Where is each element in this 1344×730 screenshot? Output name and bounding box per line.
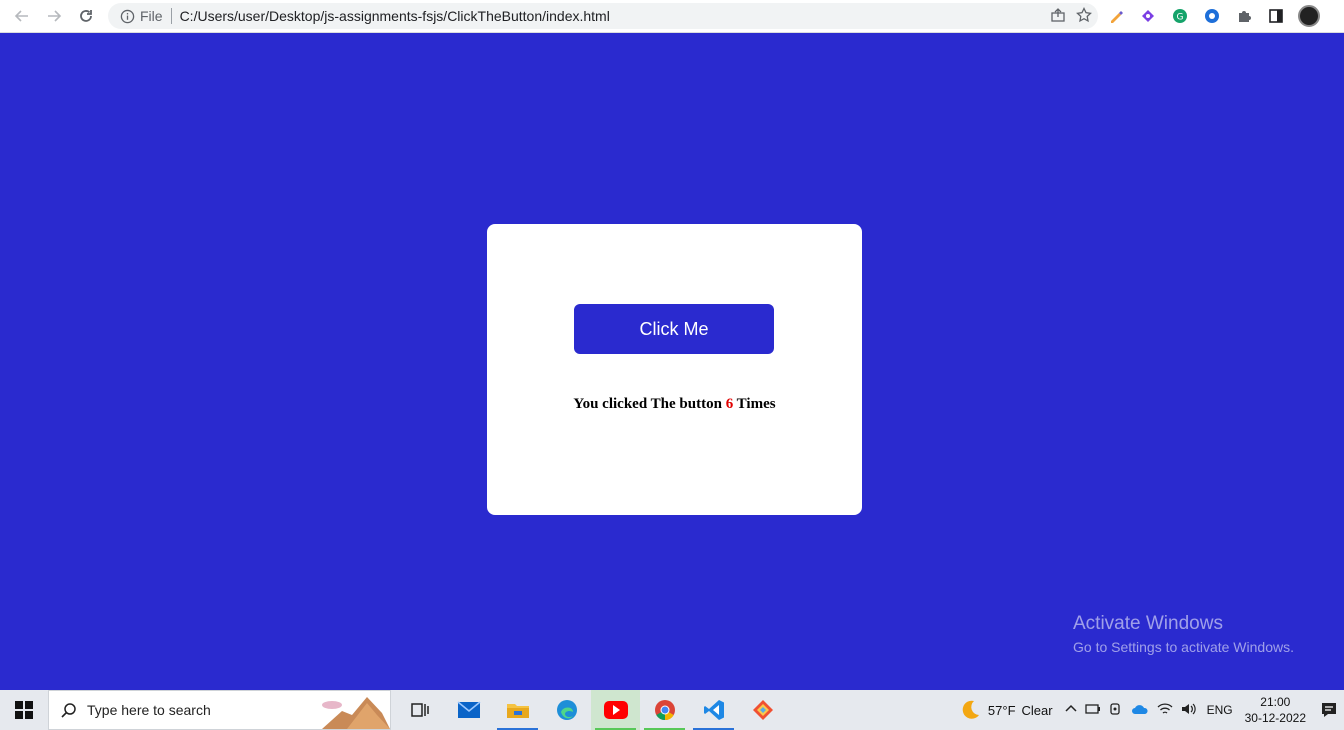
wifi-icon[interactable]: [1157, 702, 1173, 719]
back-arrow-icon[interactable]: [6, 2, 38, 30]
result-suffix: Times: [736, 396, 776, 412]
profile-avatar[interactable]: [1298, 5, 1320, 27]
clock-date: 30-12-2022: [1244, 711, 1306, 725]
reload-icon[interactable]: [70, 2, 102, 30]
info-icon[interactable]: [114, 9, 140, 24]
blue-extension-icon[interactable]: [1202, 6, 1222, 26]
forward-arrow-icon[interactable]: [38, 2, 70, 30]
language-indicator[interactable]: ENG: [1207, 703, 1233, 717]
watermark-subtitle: Go to Settings to activate Windows.: [1073, 639, 1294, 655]
svg-text:G: G: [1177, 13, 1184, 23]
activate-windows-watermark: Activate Windows Go to Settings to activ…: [1073, 613, 1294, 655]
chrome-icon[interactable]: [640, 690, 689, 730]
meet-now-icon[interactable]: [1109, 702, 1123, 719]
windows-taskbar: Type here to search 57°F Clear ENG 21:00…: [0, 690, 1344, 730]
file-explorer-icon[interactable]: [493, 690, 542, 730]
sidepanel-icon[interactable]: [1266, 6, 1286, 26]
grammarly-extension-icon[interactable]: G: [1170, 6, 1190, 26]
weather-description: Clear: [1021, 702, 1053, 718]
star-icon[interactable]: [1076, 6, 1092, 26]
url-text[interactable]: C:/Users/user/Desktop/js-assignments-fsj…: [180, 8, 610, 24]
watermark-title: Activate Windows: [1073, 613, 1223, 634]
battery-icon[interactable]: [1084, 703, 1101, 718]
windows-start-icon[interactable]: [0, 690, 48, 730]
pen-extension-icon[interactable]: [1106, 6, 1126, 26]
omnibox-divider: [170, 8, 172, 24]
weather-widget[interactable]: 57°F Clear: [958, 698, 1053, 722]
share-icon[interactable]: [1050, 7, 1066, 26]
puzzle-icon[interactable]: [1234, 6, 1254, 26]
weather-temperature: 57°F: [987, 702, 1016, 718]
clock[interactable]: 21:00 30-12-2022: [1245, 694, 1306, 726]
address-bar[interactable]: File C:/Users/user/Desktop/js-assignment…: [108, 3, 1098, 29]
moon-icon: [962, 700, 979, 719]
clock-time: 21:00: [1260, 695, 1291, 709]
counter-card: Click Me You clicked The button 6 Times: [487, 224, 862, 515]
mail-icon[interactable]: [444, 690, 493, 730]
youtube-icon[interactable]: [591, 690, 640, 730]
purple-extension-icon[interactable]: [1138, 6, 1158, 26]
onedrive-icon[interactable]: [1131, 703, 1149, 718]
chevron-up-icon[interactable]: [1065, 703, 1077, 718]
result-prefix: You clicked The button: [573, 396, 722, 412]
scheme-label: File: [140, 8, 163, 24]
browser-toolbar: File C:/Users/user/Desktop/js-assignment…: [0, 0, 1344, 33]
edge-icon[interactable]: [542, 690, 591, 730]
search-highlight-art-icon: [322, 697, 390, 729]
search-placeholder: Type here to search: [87, 702, 211, 718]
click-count-value: 6: [725, 396, 734, 412]
git-icon[interactable]: [738, 690, 787, 730]
taskbar-search[interactable]: Type here to search: [48, 690, 391, 730]
click-count-message: You clicked The button 6 Times: [487, 396, 862, 413]
volume-icon[interactable]: [1181, 702, 1197, 719]
notification-icon[interactable]: [1318, 701, 1340, 719]
task-view-icon[interactable]: [395, 690, 444, 730]
search-icon: [49, 702, 87, 719]
system-tray: 57°F Clear ENG 21:00 30-12-2022: [958, 690, 1344, 730]
vscode-icon[interactable]: [689, 690, 738, 730]
click-me-button[interactable]: Click Me: [574, 304, 774, 354]
